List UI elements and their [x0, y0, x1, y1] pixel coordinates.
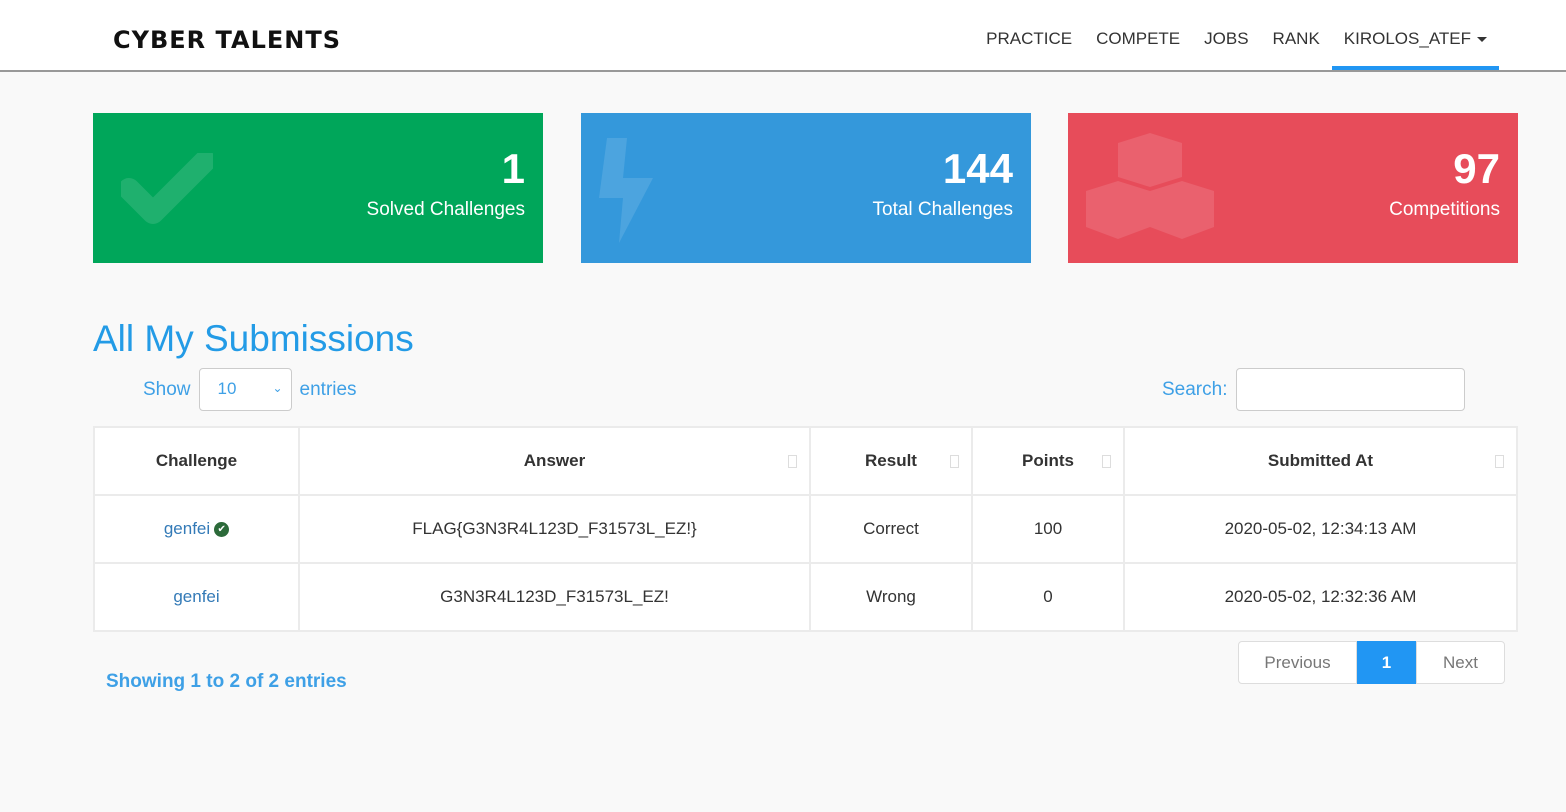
- col-label: Answer: [523, 451, 586, 470]
- previous-button[interactable]: Previous: [1238, 641, 1357, 684]
- sort-icon: [1102, 455, 1111, 468]
- show-label: Show: [143, 378, 191, 400]
- competitions-count: 97: [1453, 145, 1500, 192]
- caret-down-icon: [1477, 37, 1487, 43]
- cell-points: 100: [971, 494, 1125, 564]
- next-button[interactable]: Next: [1416, 641, 1505, 684]
- page-title: All My Submissions: [93, 318, 414, 359]
- page-1-button[interactable]: 1: [1357, 641, 1416, 684]
- col-label: Challenge: [155, 451, 238, 470]
- total-count: 144: [942, 145, 1013, 192]
- sort-icon: [950, 455, 959, 468]
- sort-icon: [1495, 455, 1504, 468]
- col-result[interactable]: Result: [809, 426, 973, 496]
- cell-result: Correct: [809, 494, 973, 564]
- nav-jobs[interactable]: JOBS: [1192, 0, 1260, 70]
- navbar: CYBER TALENTS PRACTICE COMPETE JOBS RANK…: [0, 0, 1566, 72]
- col-answer[interactable]: Answer: [298, 426, 811, 496]
- pagination: Previous 1 Next: [1238, 641, 1505, 684]
- col-label: Submitted At: [1267, 451, 1374, 470]
- cell-submitted: 2020-05-02, 12:34:13 AM: [1123, 494, 1518, 564]
- nav-practice[interactable]: PRACTICE: [974, 0, 1084, 70]
- table-info: Showing 1 to 2 of 2 entries: [106, 671, 347, 692]
- bolt-icon: [599, 138, 653, 243]
- competitions-label: Competitions: [1389, 199, 1500, 220]
- cell-answer: FLAG{G3N3R4L123D_F31573L_EZ!}: [298, 494, 811, 564]
- solved-challenges-card: 1 Solved Challenges: [93, 113, 543, 263]
- col-submitted-at[interactable]: Submitted At: [1123, 426, 1518, 496]
- total-label: Total Challenges: [872, 199, 1013, 220]
- cell-answer: G3N3R4L123D_F31573L_EZ!: [298, 562, 811, 632]
- col-label: Result: [865, 451, 917, 470]
- solved-count: 1: [501, 145, 525, 192]
- sort-icon: [788, 455, 797, 468]
- submissions-table: Challenge Answer Result Points Submitted…: [93, 426, 1518, 632]
- check-circle-icon: ✔: [214, 522, 230, 538]
- nav-menu: PRACTICE COMPETE JOBS RANK KIROLOS_ATEF: [974, 0, 1499, 70]
- cell-result: Wrong: [809, 562, 973, 632]
- challenge-link[interactable]: genfei: [173, 587, 219, 606]
- challenge-link[interactable]: genfei: [164, 519, 210, 538]
- entries-length: Show 10 ⌄ entries: [143, 368, 357, 411]
- cell-challenge: genfei ✔: [93, 494, 300, 564]
- cell-points: 0: [971, 562, 1125, 632]
- col-challenge[interactable]: Challenge: [93, 426, 300, 496]
- table-row: genfei ✔ FLAG{G3N3R4L123D_F31573L_EZ!} Co…: [93, 494, 1518, 564]
- logo[interactable]: CYBER TALENTS: [113, 26, 341, 54]
- cell-challenge: genfei: [93, 562, 300, 632]
- search-box: Search:: [1162, 368, 1466, 411]
- cubes-icon: [1086, 133, 1214, 239]
- total-challenges-card: 144 Total Challenges: [581, 113, 1031, 263]
- entries-select[interactable]: 10 ⌄: [198, 368, 292, 411]
- search-input[interactable]: [1236, 368, 1466, 411]
- table-header: Challenge Answer Result Points Submitted…: [93, 426, 1518, 496]
- solved-label: Solved Challenges: [366, 199, 525, 220]
- search-label: Search:: [1162, 378, 1228, 400]
- entries-label: entries: [299, 378, 357, 400]
- competitions-card: 97 Competitions: [1068, 113, 1518, 263]
- cell-submitted: 2020-05-02, 12:32:36 AM: [1123, 562, 1518, 632]
- col-points[interactable]: Points: [971, 426, 1125, 496]
- nav-compete[interactable]: COMPETE: [1084, 0, 1192, 70]
- col-label: Points: [1022, 451, 1074, 470]
- entries-value: 10: [217, 379, 237, 398]
- user-menu[interactable]: KIROLOS_ATEF: [1331, 0, 1499, 70]
- table-row: genfei G3N3R4L123D_F31573L_EZ! Wrong 0 2…: [93, 562, 1518, 632]
- check-icon: [121, 153, 213, 224]
- chevron-down-icon: ⌄: [272, 381, 283, 395]
- nav-rank[interactable]: RANK: [1261, 0, 1332, 70]
- username: KIROLOS_ATEF: [1343, 29, 1471, 48]
